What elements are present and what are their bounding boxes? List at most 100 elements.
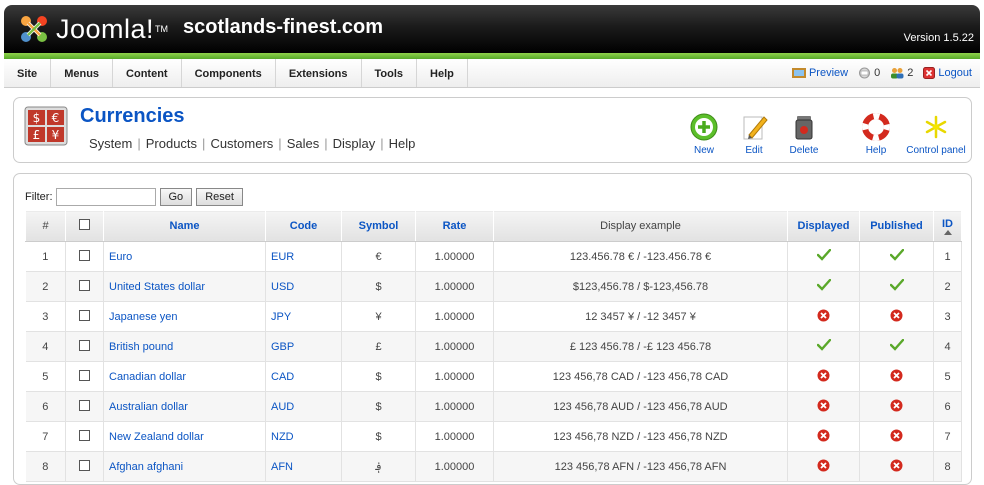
row-number: 6 xyxy=(25,391,66,422)
col-name[interactable]: Name xyxy=(103,210,266,242)
submenu-customers[interactable]: Customers xyxy=(205,136,278,151)
row-checkbox[interactable] xyxy=(79,369,90,381)
currency-code-link[interactable]: NZD xyxy=(265,421,342,452)
currency-name-link[interactable]: New Zealand dollar xyxy=(103,421,266,452)
table-row: 5 Canadian dollar CAD $1.00000 123 456,78 CA… xyxy=(25,361,962,392)
currency-id: 7 xyxy=(933,421,962,452)
col-symbol[interactable]: Symbol xyxy=(341,210,416,242)
row-number: 5 xyxy=(25,361,66,392)
help-button[interactable]: Help xyxy=(851,104,901,156)
displayed-toggle[interactable] xyxy=(787,331,860,362)
menu-extensions[interactable]: Extensions xyxy=(276,59,362,87)
col-displayed[interactable]: Displayed xyxy=(787,210,860,242)
svg-text:£: £ xyxy=(33,128,41,142)
displayed-toggle[interactable] xyxy=(787,451,860,482)
row-checkbox[interactable] xyxy=(79,429,90,441)
currency-name-link[interactable]: Australian dollar xyxy=(103,391,266,422)
currency-name-link[interactable]: United States dollar xyxy=(103,271,266,302)
control-panel-button[interactable]: Control panel xyxy=(901,104,971,156)
row-number: 3 xyxy=(25,301,66,332)
logout-label: Logout xyxy=(938,67,972,79)
published-toggle[interactable] xyxy=(859,451,934,482)
displayed-toggle[interactable] xyxy=(787,271,860,302)
edit-button[interactable]: Edit xyxy=(729,104,779,156)
currency-code-link[interactable]: GBP xyxy=(265,331,342,362)
logout-link[interactable]: Logout xyxy=(923,67,972,79)
displayed-toggle[interactable] xyxy=(787,301,860,332)
display-example: 123 456,78 NZD / -123 456,78 NZD xyxy=(493,421,788,452)
row-checkbox[interactable] xyxy=(79,399,90,411)
col-code[interactable]: Code xyxy=(265,210,342,242)
reset-button[interactable]: Reset xyxy=(196,188,243,206)
row-checkbox[interactable] xyxy=(79,309,90,321)
displayed-toggle[interactable] xyxy=(787,361,860,392)
row-checkbox[interactable] xyxy=(79,339,90,351)
published-toggle[interactable] xyxy=(859,301,934,332)
currency-name-link[interactable]: Japanese yen xyxy=(103,301,266,332)
menu-site[interactable]: Site xyxy=(4,59,52,87)
displayed-toggle[interactable] xyxy=(787,391,860,422)
display-example: $123,456.78 / $-123,456.78 xyxy=(493,271,788,302)
currency-code-link[interactable]: JPY xyxy=(265,301,342,332)
published-toggle[interactable] xyxy=(859,271,934,302)
submenu-sales[interactable]: Sales xyxy=(282,136,325,151)
currency-symbol: $ xyxy=(341,361,416,392)
submenu-display[interactable]: Display xyxy=(328,136,381,151)
menu-components[interactable]: Components xyxy=(182,59,276,87)
help-label: Help xyxy=(865,145,887,156)
checkmark-icon xyxy=(889,338,904,354)
go-button[interactable]: Go xyxy=(159,188,193,206)
col-id-label: ID xyxy=(942,217,953,230)
published-toggle[interactable] xyxy=(859,421,934,452)
currency-name-link[interactable]: British pound xyxy=(103,331,266,362)
currency-code-link[interactable]: EUR xyxy=(265,241,342,272)
preview-link[interactable]: Preview xyxy=(791,67,848,79)
published-toggle[interactable] xyxy=(859,331,934,362)
site-title: scotlands-finest.com xyxy=(183,16,384,38)
messages-status[interactable]: 0 xyxy=(858,67,880,79)
currency-code-link[interactable]: AUD xyxy=(265,391,342,422)
submenu-help[interactable]: Help xyxy=(384,136,421,151)
published-toggle[interactable] xyxy=(859,391,934,422)
menu-tools[interactable]: Tools xyxy=(362,59,418,87)
currency-id: 1 xyxy=(933,241,962,272)
published-toggle[interactable] xyxy=(859,361,934,392)
menu-content[interactable]: Content xyxy=(113,59,182,87)
col-published[interactable]: Published xyxy=(859,210,934,242)
currency-rate: 1.00000 xyxy=(415,391,494,422)
select-all-checkbox[interactable] xyxy=(79,219,90,230)
col-rate[interactable]: Rate xyxy=(415,210,494,242)
row-checkbox[interactable] xyxy=(79,459,90,471)
col-select-all xyxy=(65,210,104,242)
submenu-products[interactable]: Products xyxy=(141,136,202,151)
edit-label: Edit xyxy=(745,145,763,156)
users-status[interactable]: 2 xyxy=(890,67,913,79)
currency-code-link[interactable]: CAD xyxy=(265,361,342,392)
menu-menus[interactable]: Menus xyxy=(51,59,114,87)
new-button[interactable]: New xyxy=(679,104,729,156)
currency-name-link[interactable]: Canadian dollar xyxy=(103,361,266,392)
row-checkbox[interactable] xyxy=(79,279,90,291)
currency-code-link[interactable]: AFN xyxy=(265,451,342,482)
menu-help[interactable]: Help xyxy=(417,59,468,87)
cross-icon xyxy=(817,399,830,415)
filter-input[interactable] xyxy=(55,188,156,206)
row-select-cell xyxy=(65,451,104,482)
checkmark-icon xyxy=(889,248,904,264)
logout-icon xyxy=(923,67,936,79)
col-id[interactable]: ID xyxy=(933,210,962,242)
published-toggle[interactable] xyxy=(859,241,934,272)
delete-button[interactable]: Delete xyxy=(779,104,829,156)
currency-rate: 1.00000 xyxy=(415,361,494,392)
row-select-cell xyxy=(65,361,104,392)
displayed-toggle[interactable] xyxy=(787,241,860,272)
currency-id: 2 xyxy=(933,271,962,302)
page-title: Currencies xyxy=(80,105,185,127)
currency-code-link[interactable]: USD xyxy=(265,271,342,302)
submenu-system[interactable]: System xyxy=(84,136,137,151)
menu-status-area: Preview 0 2 Logout xyxy=(791,59,972,87)
currency-name-link[interactable]: Afghan afghani xyxy=(103,451,266,482)
row-checkbox[interactable] xyxy=(79,249,90,261)
currency-name-link[interactable]: Euro xyxy=(103,241,266,272)
displayed-toggle[interactable] xyxy=(787,421,860,452)
